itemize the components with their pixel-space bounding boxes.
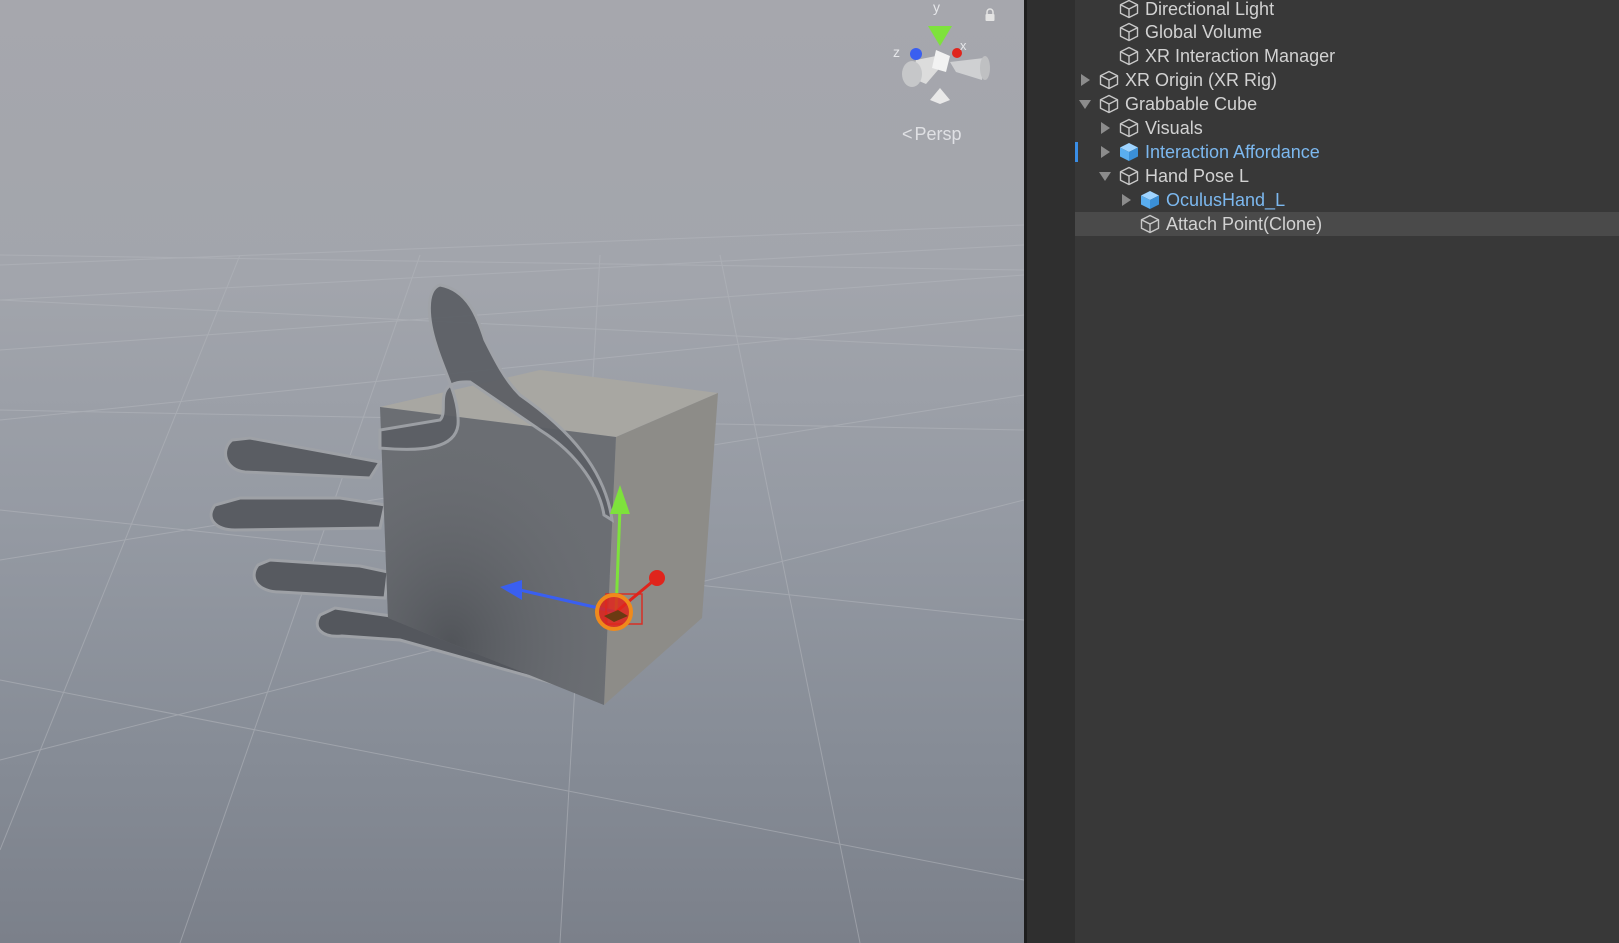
hierarchy-item-label: Hand Pose L [1145,165,1250,186]
hierarchy-item-label: Attach Point(Clone) [1166,213,1323,234]
collapse-arrow-icon[interactable] [1097,168,1113,184]
gameobject-cube-icon [1099,94,1119,114]
prefab-cube-icon [1140,190,1160,210]
hierarchy-item[interactable]: Directional Light [1075,0,1619,21]
hierarchy-item-label: Grabbable Cube [1125,93,1258,114]
gameobject-cube-icon [1140,214,1160,234]
hierarchy-item[interactable]: OculusHand_L [1075,188,1619,212]
hierarchy-item[interactable]: Visuals [1075,116,1619,140]
hierarchy-item-label: XR Interaction Manager [1145,45,1336,66]
gameobject-cube-icon [1119,118,1139,138]
hierarchy-item[interactable]: Interaction Affordance [1075,140,1619,164]
gizmo-z-label: z [893,44,900,60]
chevron-left-icon: < [902,124,913,144]
hierarchy-item-label: Visuals [1145,117,1203,138]
hierarchy-item[interactable]: Hand Pose L [1075,164,1619,188]
hierarchy-item[interactable]: Grabbable Cube [1075,92,1619,116]
gameobject-cube-icon [1119,166,1139,186]
scene-canvas[interactable]: y x z [0,0,1024,943]
hierarchy-gutter [1027,0,1075,943]
gameobject-cube-icon [1119,0,1139,19]
hierarchy-item-label: OculusHand_L [1166,189,1286,210]
collapse-arrow-icon[interactable] [1077,96,1093,112]
hierarchy-item-label: Directional Light [1145,0,1275,19]
hierarchy-item[interactable]: Attach Point(Clone) [1075,212,1619,236]
gameobject-cube-icon [1119,22,1139,42]
prefab-cube-icon [1119,142,1139,162]
gameobject-cube-icon [1119,46,1139,66]
expand-arrow-icon[interactable] [1077,72,1093,88]
gameobject-cube-icon [1099,70,1119,90]
hierarchy-item-label: XR Origin (XR Rig) [1125,69,1278,90]
projection-toggle[interactable]: < Persp [902,124,962,145]
projection-label: Persp [914,124,962,144]
expand-arrow-icon[interactable] [1097,144,1113,160]
hierarchy-item[interactable]: Global Volume [1075,20,1619,44]
expand-arrow-icon[interactable] [1097,120,1113,136]
hierarchy-item-label: Global Volume [1145,21,1263,42]
hierarchy-panel[interactable]: Directional Light Global Volume XR Interac… [1027,0,1619,943]
hierarchy-item-label: Interaction Affordance [1145,141,1320,162]
orientation-gizmo[interactable]: y x z [893,0,990,104]
gizmo-x-label: x [960,38,967,53]
gizmo-y-label: y [933,0,940,15]
hierarchy-item[interactable]: XR Interaction Manager [1075,44,1619,68]
lock-icon[interactable] [984,8,996,22]
hierarchy-item[interactable]: XR Origin (XR Rig) [1075,68,1619,92]
expand-arrow-icon[interactable] [1118,192,1134,208]
scene-view[interactable]: y x z < Persp [0,0,1024,943]
